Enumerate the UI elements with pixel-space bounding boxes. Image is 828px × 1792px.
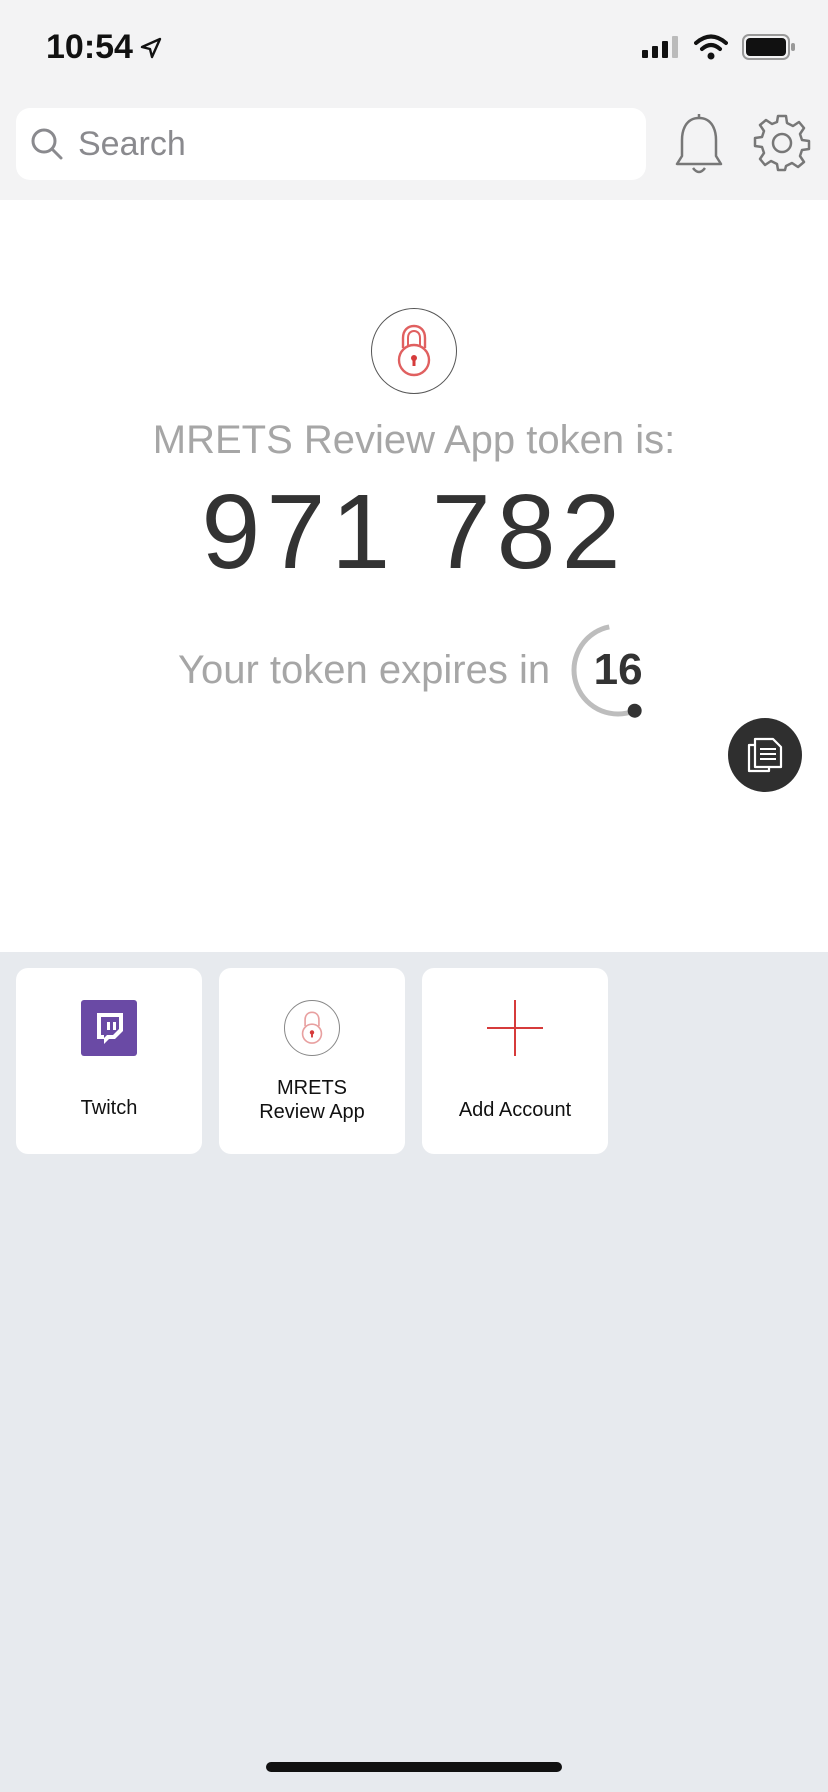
add-account-button[interactable]: Add Account bbox=[422, 968, 608, 1154]
token-code: 971 782 bbox=[201, 473, 627, 591]
lock-icon bbox=[301, 1011, 323, 1044]
token-panel: MRETS Review App token is: 971 782 Your … bbox=[0, 200, 828, 952]
twitch-logo-icon bbox=[81, 1000, 137, 1056]
search-placeholder: Search bbox=[78, 124, 186, 163]
account-name-line1: MRETS bbox=[277, 1077, 347, 1099]
account-tile-twitch[interactable]: Twitch bbox=[16, 968, 202, 1154]
home-indicator bbox=[266, 1762, 562, 1772]
status-time-text: 10:54 bbox=[46, 28, 133, 66]
expires-label: Your token expires in bbox=[178, 647, 551, 692]
status-time: 10:54 bbox=[46, 28, 163, 67]
plus-icon bbox=[487, 1000, 543, 1056]
account-name: Twitch bbox=[80, 1097, 138, 1119]
gear-icon[interactable] bbox=[752, 112, 812, 172]
account-tile-mrets[interactable]: MRETS Review App bbox=[219, 968, 405, 1154]
add-account-label: Add Account bbox=[458, 1099, 572, 1121]
account-name: MRETS Review App bbox=[259, 1076, 365, 1124]
search-input[interactable]: Search bbox=[16, 108, 646, 180]
countdown-seconds: 16 bbox=[593, 645, 643, 694]
cellular-signal-icon bbox=[642, 36, 678, 58]
account-name-line2: Review App bbox=[259, 1101, 365, 1123]
copy-token-button[interactable] bbox=[728, 718, 802, 792]
bell-icon[interactable] bbox=[672, 112, 726, 176]
countdown-timer: 16 bbox=[568, 620, 668, 720]
search-icon bbox=[31, 128, 63, 160]
token-label: MRETS Review App token is: bbox=[152, 418, 676, 462]
account-lock-badge bbox=[371, 308, 457, 394]
battery-icon bbox=[742, 34, 795, 60]
token-expiry: Your token expires in 16 bbox=[178, 620, 668, 720]
wifi-icon bbox=[694, 34, 728, 60]
location-arrow-icon bbox=[140, 37, 162, 58]
copy-icon bbox=[747, 737, 783, 773]
account-lock-badge-small bbox=[284, 1000, 340, 1056]
header-area: 10:54 Search bbox=[0, 0, 828, 200]
lock-icon bbox=[397, 324, 431, 377]
status-indicators bbox=[642, 34, 796, 60]
